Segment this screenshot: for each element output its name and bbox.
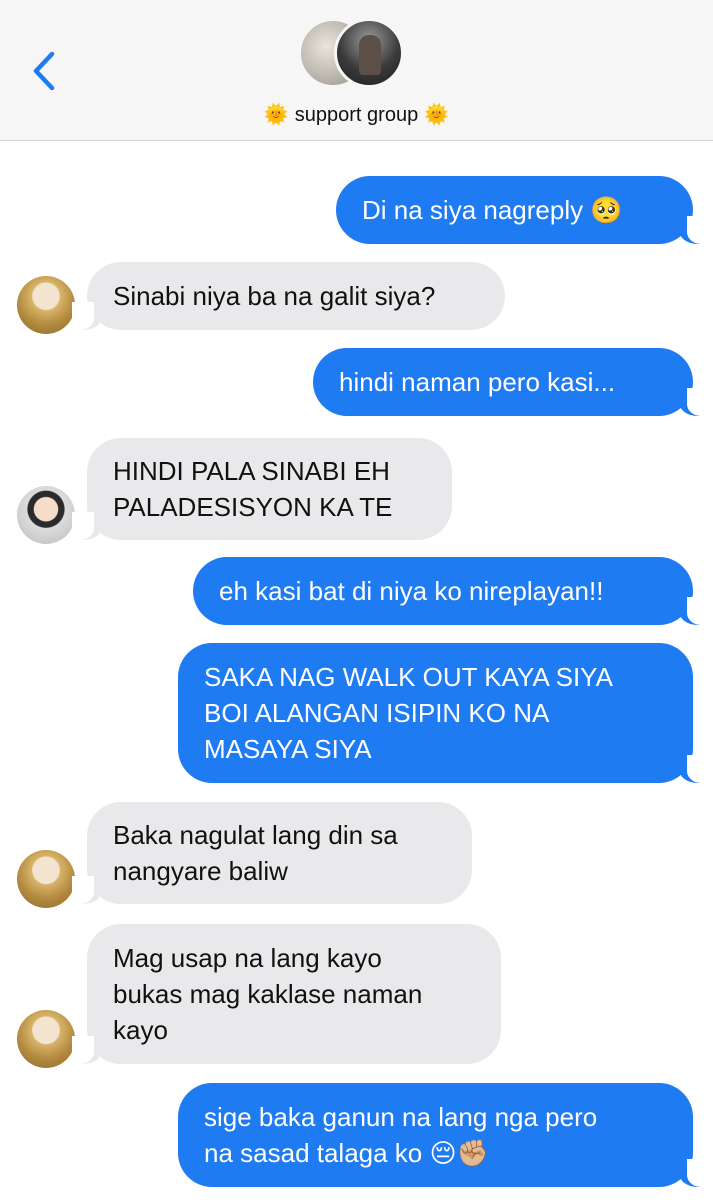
message-bubble-outgoing[interactable]: eh kasi bat di niya ko nireplayan!! [193,557,693,625]
message-text: sige baka ganun na lang nga pero na sasa… [204,1102,598,1168]
message-text: HINDI PALA SINABI EH PALADESISYON KA TE [113,456,393,522]
chevron-left-icon [33,51,55,91]
avatar-a[interactable] [17,276,75,334]
bubble-tail [72,1036,102,1064]
bubble-tail [72,302,102,330]
bubble-tail [679,216,709,244]
bubble-tail [679,597,709,625]
bubble-tail [679,1159,709,1187]
avatar-a[interactable] [17,1010,75,1068]
message-text: Mag usap na lang kayo bukas mag kaklase … [113,943,423,1045]
message-bubble-outgoing[interactable]: sige baka ganun na lang nga pero na sasa… [178,1083,693,1187]
group-avatar-2 [334,18,404,88]
avatar-b[interactable] [17,486,75,544]
message-bubble-incoming[interactable]: Baka nagulat lang din sa nangyare baliw [87,802,472,904]
message-text: SAKA NAG WALK OUT KAYA SIYA BOI ALANGAN … [204,662,613,764]
message-text: eh kasi bat di niya ko nireplayan!! [219,576,604,606]
chat-header: 🌞 support group 🌞 [0,0,713,141]
group-title-text: support group [294,104,419,126]
message-bubble-outgoing[interactable]: SAKA NAG WALK OUT KAYA SIYA BOI ALANGAN … [178,643,693,783]
bubble-tail [72,876,102,904]
message-text: hindi naman pero kasi... [339,367,616,397]
message-bubble-outgoing[interactable]: Di na siya nagreply 🥺 [336,176,693,244]
message-bubble-incoming[interactable]: HINDI PALA SINABI EH PALADESISYON KA TE [87,438,452,540]
message-bubble-outgoing[interactable]: hindi naman pero kasi... [313,348,693,416]
sun-emoji-icon: 🌞 [263,104,289,126]
sun-emoji-icon: 🌞 [424,104,450,126]
avatar-a[interactable] [17,850,75,908]
bubble-tail [72,512,102,540]
back-button[interactable] [24,46,64,96]
bubble-tail [679,755,709,783]
group-avatars[interactable] [298,12,418,92]
group-title[interactable]: 🌞 support group 🌞 [0,102,713,127]
message-text: Baka nagulat lang din sa nangyare baliw [113,820,398,886]
bubble-tail [679,388,709,416]
message-text: Di na siya nagreply 🥺 [362,195,623,225]
message-bubble-incoming[interactable]: Mag usap na lang kayo bukas mag kaklase … [87,924,501,1064]
message-bubble-incoming[interactable]: Sinabi niya ba na galit siya? [87,262,505,330]
message-text: Sinabi niya ba na galit siya? [113,281,436,311]
